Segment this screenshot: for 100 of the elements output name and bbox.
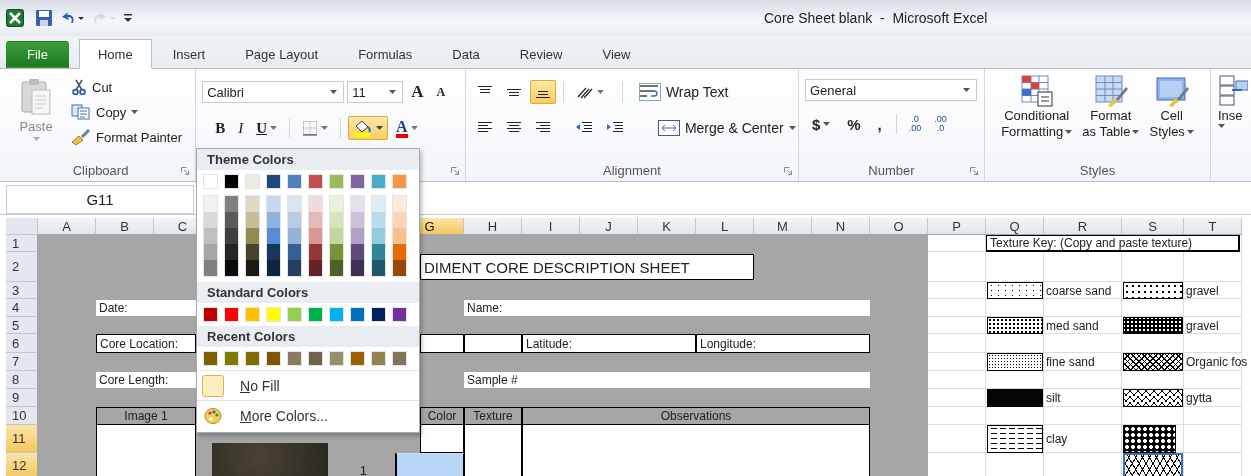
format-as-table-button[interactable]: Format as Table xyxy=(1079,73,1143,159)
column-header[interactable]: R xyxy=(1044,218,1122,235)
texture-swatch[interactable] xyxy=(1123,425,1176,453)
color-swatch[interactable] xyxy=(351,212,364,228)
color-swatch[interactable] xyxy=(330,196,343,212)
color-swatch[interactable] xyxy=(288,212,301,228)
color-swatch[interactable] xyxy=(393,228,406,244)
color-swatch[interactable] xyxy=(267,244,280,260)
row-header[interactable]: 8 xyxy=(6,371,38,389)
color-swatch[interactable] xyxy=(351,196,364,212)
column-header[interactable]: L xyxy=(696,218,754,235)
texture-swatch[interactable] xyxy=(1123,282,1183,299)
color-swatch[interactable] xyxy=(224,307,239,322)
color-swatch[interactable] xyxy=(372,260,385,276)
color-swatch[interactable] xyxy=(350,307,365,322)
format-painter-button[interactable]: Format Painter xyxy=(68,125,185,149)
color-swatch[interactable] xyxy=(372,212,385,228)
dialog-launcher-icon[interactable] xyxy=(181,167,190,175)
color-swatch[interactable] xyxy=(309,212,322,228)
bold-button[interactable]: B xyxy=(210,116,231,140)
color-swatch[interactable] xyxy=(204,196,217,212)
color-swatch[interactable] xyxy=(204,260,217,276)
color-swatch[interactable] xyxy=(204,228,217,244)
ribbon-tab[interactable]: Insert xyxy=(153,41,225,68)
color-swatch[interactable] xyxy=(245,351,260,366)
color-swatch[interactable] xyxy=(288,196,301,212)
font-family-dropdown[interactable]: Calibri xyxy=(202,81,345,103)
row-header[interactable]: 2 xyxy=(6,252,38,282)
color-swatch[interactable] xyxy=(267,260,280,276)
color-swatch[interactable] xyxy=(204,212,217,228)
color-swatch[interactable] xyxy=(371,351,386,366)
color-swatch[interactable] xyxy=(267,212,280,228)
color-swatch[interactable] xyxy=(309,196,322,212)
wrap-text-button[interactable]: Wrap Text xyxy=(635,80,732,104)
color-swatch[interactable] xyxy=(329,174,344,189)
ribbon-tab[interactable]: View xyxy=(583,41,650,68)
insert-cells-button[interactable]: Inse xyxy=(1215,73,1251,129)
color-swatch[interactable] xyxy=(330,260,343,276)
bottom-align-button[interactable] xyxy=(529,80,556,104)
texture-swatch[interactable] xyxy=(1123,389,1183,407)
file-menu-button[interactable]: File xyxy=(6,41,69,68)
color-swatch[interactable] xyxy=(372,196,385,212)
comma-button[interactable]: , xyxy=(870,112,889,136)
color-swatch[interactable] xyxy=(246,244,259,260)
dialog-launcher-icon[interactable] xyxy=(970,167,979,175)
cut-button[interactable]: Cut xyxy=(68,75,185,99)
color-swatch[interactable] xyxy=(246,228,259,244)
color-swatch[interactable] xyxy=(246,196,259,212)
color-swatch[interactable] xyxy=(225,228,238,244)
conditional-formatting-button[interactable]: Conditional Formatting xyxy=(998,73,1076,159)
color-swatch[interactable] xyxy=(204,244,217,260)
color-swatch[interactable] xyxy=(203,351,218,366)
color-swatch[interactable] xyxy=(266,174,281,189)
number-format-dropdown[interactable]: General xyxy=(804,79,977,101)
row-header[interactable]: 4 xyxy=(6,299,38,317)
ribbon-tab[interactable]: Data xyxy=(433,41,499,68)
fill-color-button[interactable] xyxy=(348,116,388,140)
paste-button[interactable]: Paste xyxy=(12,75,60,159)
column-header[interactable]: B xyxy=(96,218,154,235)
color-swatch[interactable] xyxy=(266,307,281,322)
color-swatch[interactable] xyxy=(351,228,364,244)
color-swatch[interactable] xyxy=(288,260,301,276)
row-header[interactable]: 1 xyxy=(6,235,38,252)
color-swatch[interactable] xyxy=(371,307,386,322)
color-swatch[interactable] xyxy=(372,244,385,260)
dialog-launcher-icon[interactable] xyxy=(450,167,459,175)
color-swatch[interactable] xyxy=(372,228,385,244)
color-swatch[interactable] xyxy=(350,174,365,189)
color-swatch[interactable] xyxy=(393,212,406,228)
color-swatch[interactable] xyxy=(246,212,259,228)
color-swatch[interactable] xyxy=(203,174,218,189)
row-header[interactable]: 6 xyxy=(6,334,38,353)
merge-and-center-button[interactable]: Merge & Center xyxy=(654,116,799,140)
underline-button[interactable]: U xyxy=(251,116,282,140)
column-header[interactable]: J xyxy=(580,218,638,235)
column-header[interactable]: P xyxy=(928,218,986,235)
currency-button[interactable]: $ xyxy=(804,112,838,136)
texture-swatch[interactable] xyxy=(987,425,1043,453)
color-swatch[interactable] xyxy=(224,174,239,189)
column-header[interactable]: O xyxy=(870,218,928,235)
row-header[interactable]: 9 xyxy=(6,389,38,407)
color-swatch[interactable] xyxy=(351,244,364,260)
color-swatch[interactable] xyxy=(350,351,365,366)
color-swatch[interactable] xyxy=(309,228,322,244)
row-header[interactable]: 3 xyxy=(6,282,38,299)
color-swatch[interactable] xyxy=(225,260,238,276)
percent-button[interactable]: % xyxy=(840,112,868,136)
row-header[interactable]: 10 xyxy=(6,407,38,425)
color-swatch[interactable] xyxy=(287,174,302,189)
row-header[interactable]: 12 xyxy=(6,453,38,476)
color-swatch[interactable] xyxy=(288,244,301,260)
ribbon-tab[interactable]: Home xyxy=(78,39,152,69)
color-swatch[interactable] xyxy=(267,196,280,212)
font-size-dropdown[interactable]: 11 xyxy=(347,81,404,103)
color-swatch[interactable] xyxy=(393,244,406,260)
color-swatch[interactable] xyxy=(287,351,302,366)
row-header[interactable]: 11 xyxy=(6,425,38,453)
color-swatch[interactable] xyxy=(287,307,302,322)
column-header[interactable]: S xyxy=(1122,218,1184,235)
color-swatch[interactable] xyxy=(330,244,343,260)
